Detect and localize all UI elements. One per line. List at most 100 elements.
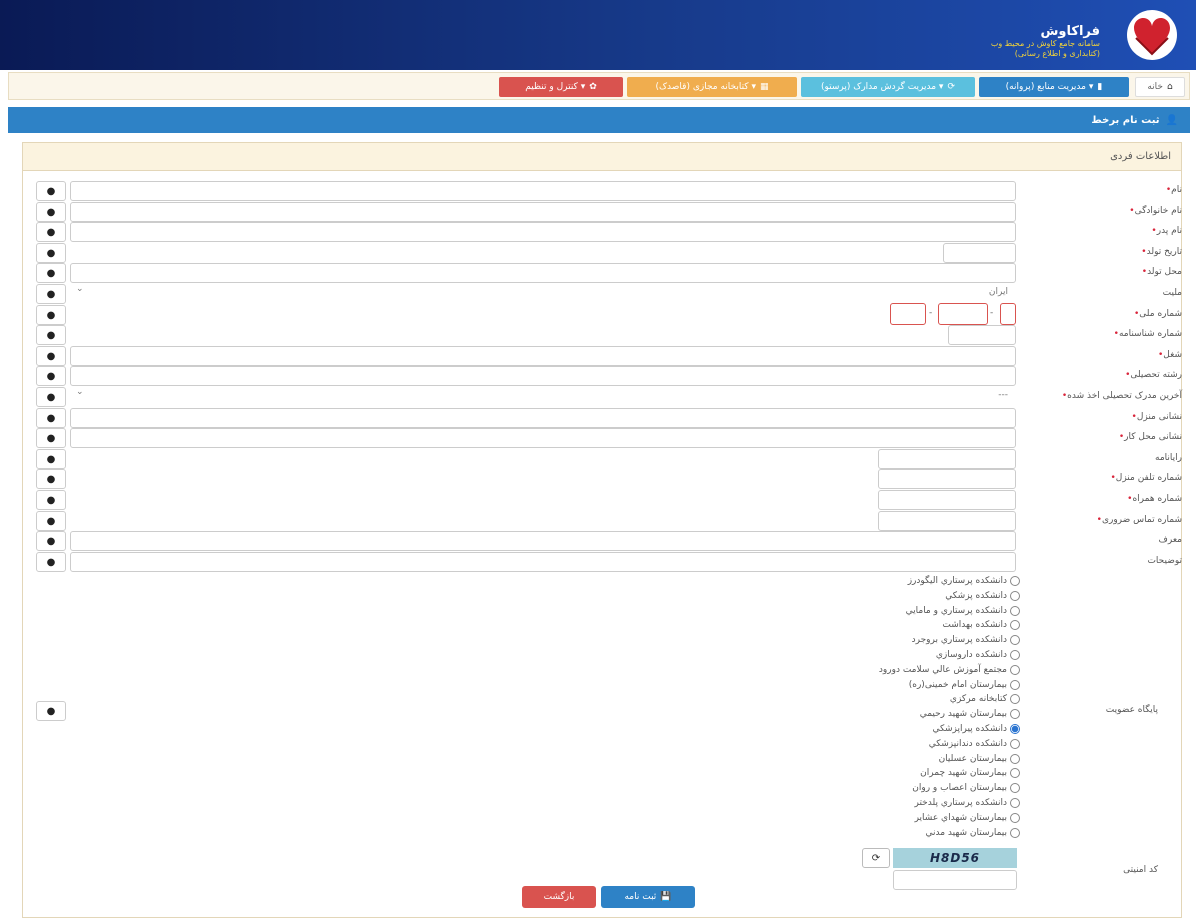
radio-button[interactable] bbox=[1010, 739, 1020, 749]
text-field-15[interactable] bbox=[878, 490, 1016, 510]
text-field-3[interactable] bbox=[943, 243, 1016, 263]
radio-button[interactable] bbox=[1010, 591, 1020, 601]
help-button[interactable]: ● bbox=[36, 449, 66, 469]
membership-option[interactable]: دانشکده دندانپزشکي bbox=[929, 737, 1020, 751]
help-button[interactable]: ● bbox=[36, 181, 66, 201]
membership-option[interactable]: بیمارستان امام خمینی(ره) bbox=[909, 678, 1020, 692]
membership-option[interactable]: بیمارستان عسليان bbox=[939, 752, 1020, 766]
membership-option-label: دانشکده پرستاري و مامايي bbox=[905, 606, 1007, 616]
nav-home-button[interactable]: خانه ⌂ bbox=[1135, 77, 1185, 97]
membership-option[interactable]: دانشکده پزشکي bbox=[945, 589, 1020, 603]
help-button[interactable]: ● bbox=[36, 263, 66, 283]
help-button[interactable]: ● bbox=[36, 511, 66, 531]
membership-option[interactable]: بیمارستان اعصاب و روان bbox=[912, 781, 1020, 795]
radio-button[interactable] bbox=[1010, 694, 1020, 704]
membership-option-label: دانشکده دندانپزشکي bbox=[928, 739, 1007, 749]
text-field-7[interactable] bbox=[948, 325, 1016, 345]
radio-button[interactable] bbox=[1010, 665, 1020, 675]
membership-option[interactable]: دانشکده پرستاري بروجرد bbox=[912, 633, 1020, 647]
radio-button[interactable] bbox=[1010, 798, 1020, 808]
home-icon: ⌂ bbox=[1166, 82, 1173, 92]
national-id-part-1[interactable] bbox=[938, 303, 988, 325]
radio-button[interactable] bbox=[1010, 620, 1020, 630]
text-field-14[interactable] bbox=[878, 469, 1016, 489]
membership-option[interactable]: دانشکده پرستاري اليگودرز bbox=[908, 574, 1020, 588]
membership-option-label: دانشکده داروسازي bbox=[935, 650, 1007, 660]
help-button[interactable]: ● bbox=[36, 305, 66, 325]
membership-option-label: دانشکده بهداشت bbox=[942, 620, 1007, 630]
radio-button[interactable] bbox=[1010, 724, 1020, 734]
radio-button[interactable] bbox=[1010, 783, 1020, 793]
radio-button[interactable] bbox=[1010, 828, 1020, 838]
text-field-4[interactable] bbox=[70, 263, 1016, 283]
text-field-2[interactable] bbox=[70, 222, 1016, 242]
membership-option[interactable]: دانشکده داروسازي bbox=[936, 648, 1020, 662]
text-field-18[interactable] bbox=[70, 552, 1016, 572]
help-button[interactable]: ● bbox=[36, 531, 66, 551]
captcha-refresh-button[interactable]: ⟳ bbox=[862, 848, 890, 868]
text-field-17[interactable] bbox=[70, 531, 1016, 551]
help-button[interactable]: ● bbox=[36, 701, 66, 721]
help-button[interactable]: ● bbox=[36, 366, 66, 386]
membership-option[interactable]: دانشکده پرستاري پلدختر bbox=[915, 796, 1020, 810]
membership-option[interactable]: کتابخانه مرکزي bbox=[950, 692, 1020, 706]
text-field-13[interactable] bbox=[878, 449, 1016, 469]
back-label: بازگشت bbox=[543, 892, 575, 902]
radio-button[interactable] bbox=[1010, 650, 1020, 660]
national-id-part-0[interactable] bbox=[1000, 303, 1016, 325]
help-button[interactable]: ● bbox=[36, 202, 66, 222]
text-field-12[interactable] bbox=[70, 428, 1016, 448]
text-field-1[interactable] bbox=[70, 202, 1016, 222]
field-label-15: •شماره همراه bbox=[1127, 494, 1182, 504]
radio-button[interactable] bbox=[1010, 709, 1020, 719]
text-field-9[interactable] bbox=[70, 366, 1016, 386]
national-id-separator: - bbox=[929, 308, 933, 318]
submit-button[interactable]: ثبت نامه 💾 bbox=[601, 886, 695, 908]
radio-button[interactable] bbox=[1010, 635, 1020, 645]
membership-option[interactable]: مجتمع آموزش عالي سلامت دورود bbox=[879, 663, 1020, 677]
help-button[interactable]: ● bbox=[36, 243, 66, 263]
membership-option[interactable]: دانشکده پيراپزشکي bbox=[933, 722, 1020, 736]
field-label-text: نشانی منزل bbox=[1136, 412, 1182, 422]
help-button[interactable]: ● bbox=[36, 552, 66, 572]
radio-button[interactable] bbox=[1010, 813, 1020, 823]
nav-settings-menu[interactable]: کنترل و تنظیم ▾ ✿ bbox=[499, 77, 623, 97]
nav-resources-menu[interactable]: مدیریت منابع (پروانه) ▾ ▮ bbox=[979, 77, 1129, 97]
national-id-part-2[interactable] bbox=[890, 303, 926, 325]
radio-button[interactable] bbox=[1010, 768, 1020, 778]
field-label-11: •نشانی منزل bbox=[1132, 412, 1183, 422]
text-field-8[interactable] bbox=[70, 346, 1016, 366]
membership-option[interactable]: بیمارستان شهيد مدني bbox=[925, 826, 1020, 840]
help-button[interactable]: ● bbox=[36, 387, 66, 407]
captcha-input[interactable] bbox=[893, 870, 1017, 890]
membership-option[interactable]: دانشکده بهداشت bbox=[942, 618, 1020, 632]
nav-virtual-library-menu[interactable]: کتابخانه مجازی (قاصدک) ▾ ▦ bbox=[627, 77, 797, 97]
radio-button[interactable] bbox=[1010, 576, 1020, 586]
help-button[interactable]: ● bbox=[36, 490, 66, 510]
text-field-11[interactable] bbox=[70, 408, 1016, 428]
radio-button[interactable] bbox=[1010, 680, 1020, 690]
help-button[interactable]: ● bbox=[36, 325, 66, 345]
help-button[interactable]: ● bbox=[36, 346, 66, 366]
radio-button[interactable] bbox=[1010, 606, 1020, 616]
nav-circulation-menu[interactable]: مدیریت گردش مدارک (پرستو) ▾ ⟳ bbox=[801, 77, 975, 97]
refresh-icon: ⟳ bbox=[947, 82, 955, 92]
help-button[interactable]: ● bbox=[36, 408, 66, 428]
membership-option[interactable]: بیمارستان شهداي عشاير bbox=[915, 811, 1020, 825]
book-heart-logo-icon bbox=[1127, 10, 1177, 60]
help-button[interactable]: ● bbox=[36, 469, 66, 489]
membership-option[interactable]: دانشکده پرستاري و مامايي bbox=[906, 604, 1020, 618]
help-button[interactable]: ● bbox=[36, 222, 66, 242]
membership-option[interactable]: بیمارستان شهيد چمران bbox=[920, 766, 1020, 780]
select-field-10[interactable]: --- ⌄ bbox=[70, 387, 1016, 407]
membership-option[interactable]: بیمارستان شهيد رحيمي bbox=[920, 707, 1020, 721]
membership-option-label: دانشکده پيراپزشکي bbox=[932, 724, 1007, 734]
select-value: ایران bbox=[988, 287, 1008, 297]
text-field-0[interactable] bbox=[70, 181, 1016, 201]
radio-button[interactable] bbox=[1010, 754, 1020, 764]
help-button[interactable]: ● bbox=[36, 428, 66, 448]
select-field-5[interactable]: ایران ⌄ bbox=[70, 284, 1016, 304]
back-button[interactable]: بازگشت bbox=[522, 886, 596, 908]
text-field-16[interactable] bbox=[878, 511, 1016, 531]
help-button[interactable]: ● bbox=[36, 284, 66, 304]
